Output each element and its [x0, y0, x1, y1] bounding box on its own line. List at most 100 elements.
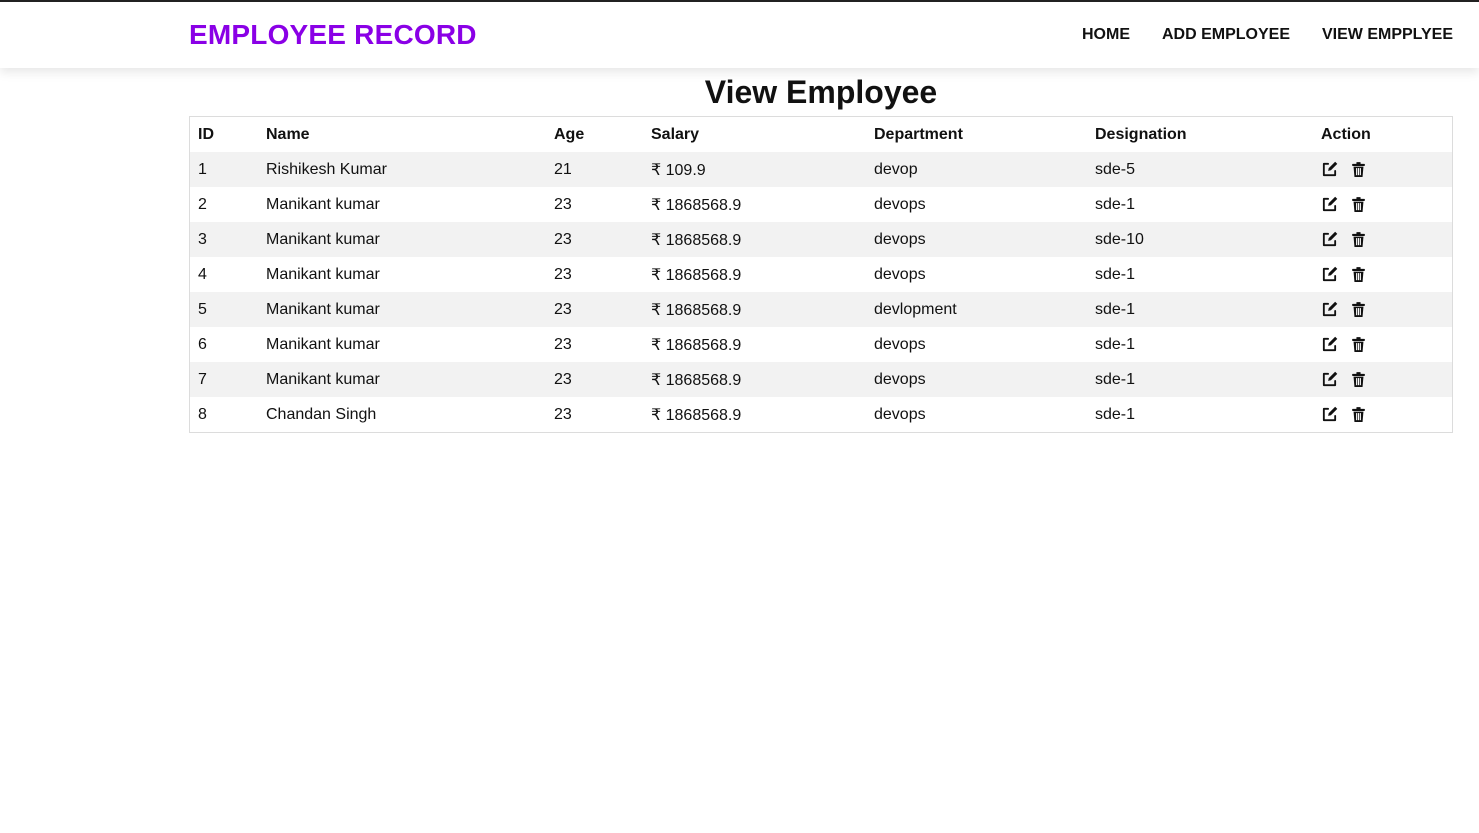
- table-row: 8 Chandan Singh 23 ₹ 1868568.9 devops sde-1: [190, 397, 1452, 432]
- nav-home-link[interactable]: HOME: [1082, 26, 1130, 44]
- cell-id: 2: [198, 195, 207, 213]
- employee-table-container: ID Name Age Salary Department Designatio…: [189, 116, 1453, 433]
- cell-age: 23: [554, 370, 572, 388]
- cell-department: devops: [874, 335, 926, 353]
- table-body: 1 Rishikesh Kumar 21 ₹ 109.9 devop sde-5 2 Mani…: [190, 152, 1452, 432]
- cell-name: Manikant kumar: [266, 265, 380, 283]
- edit-icon[interactable]: [1321, 196, 1338, 213]
- cell-age: 23: [554, 300, 572, 318]
- cell-action: [1313, 292, 1452, 327]
- row-actions: [1321, 161, 1444, 178]
- cell-designation: sde-1: [1095, 300, 1136, 318]
- cell-department: devops: [874, 405, 926, 423]
- edit-icon[interactable]: [1321, 371, 1338, 388]
- table-row: 7 Manikant kumar 23 ₹ 1868568.9 devops sde-1: [190, 362, 1452, 397]
- edit-icon[interactable]: [1321, 336, 1338, 353]
- cell-name: Manikant kumar: [266, 370, 380, 388]
- cell-action: [1313, 327, 1452, 362]
- cell-id: 6: [198, 335, 207, 353]
- edit-icon[interactable]: [1321, 301, 1338, 318]
- row-actions: [1321, 406, 1444, 423]
- table-header-row: ID Name Age Salary Department Designatio…: [190, 117, 1452, 152]
- cell-department: devops: [874, 370, 926, 388]
- cell-designation: sde-1: [1095, 335, 1136, 353]
- edit-icon[interactable]: [1321, 406, 1338, 423]
- cell-designation: sde-1: [1095, 370, 1136, 388]
- cell-designation: sde-1: [1095, 265, 1136, 283]
- cell-action: [1313, 152, 1452, 187]
- table-row: 3 Manikant kumar 23 ₹ 1868568.9 devops sde-10: [190, 222, 1452, 257]
- table-row: 5 Manikant kumar 23 ₹ 1868568.9 devlopment sd…: [190, 292, 1452, 327]
- header-age: Age: [554, 125, 585, 143]
- header-department: Department: [874, 125, 963, 143]
- nav-links: HOME ADD EMPLOYEE VIEW EMPPLYEE: [1082, 26, 1453, 44]
- row-actions: [1321, 266, 1444, 283]
- row-actions: [1321, 371, 1444, 388]
- cell-id: 3: [198, 230, 207, 248]
- cell-age: 23: [554, 230, 572, 248]
- cell-designation: sde-1: [1095, 195, 1136, 213]
- cell-name: Rishikesh Kumar: [266, 160, 387, 178]
- row-actions: [1321, 196, 1444, 213]
- row-actions: [1321, 231, 1444, 248]
- row-actions: [1321, 301, 1444, 318]
- trash-icon[interactable]: [1350, 161, 1367, 178]
- cell-salary: ₹ 1868568.9: [651, 371, 742, 389]
- cell-designation: sde-5: [1095, 160, 1136, 178]
- table-row: 1 Rishikesh Kumar 21 ₹ 109.9 devop sde-5: [190, 152, 1452, 187]
- cell-designation: sde-10: [1095, 230, 1144, 248]
- trash-icon[interactable]: [1350, 301, 1367, 318]
- table-row: 2 Manikant kumar 23 ₹ 1868568.9 devops sde-1: [190, 187, 1452, 222]
- cell-id: 4: [198, 265, 207, 283]
- trash-icon[interactable]: [1350, 371, 1367, 388]
- cell-designation: sde-1: [1095, 405, 1136, 423]
- table-row: 4 Manikant kumar 23 ₹ 1868568.9 devops sde-1: [190, 257, 1452, 292]
- cell-age: 23: [554, 335, 572, 353]
- trash-icon[interactable]: [1350, 231, 1367, 248]
- trash-icon[interactable]: [1350, 196, 1367, 213]
- cell-salary: ₹ 109.9: [651, 161, 706, 179]
- cell-name: Manikant kumar: [266, 335, 380, 353]
- trash-icon[interactable]: [1350, 406, 1367, 423]
- header-salary: Salary: [651, 125, 700, 143]
- cell-department: devlopment: [874, 300, 957, 318]
- cell-id: 8: [198, 405, 207, 423]
- cell-salary: ₹ 1868568.9: [651, 196, 742, 214]
- cell-department: devops: [874, 230, 926, 248]
- edit-icon[interactable]: [1321, 231, 1338, 248]
- edit-icon[interactable]: [1321, 161, 1338, 178]
- cell-age: 23: [554, 265, 572, 283]
- cell-department: devops: [874, 195, 926, 213]
- cell-action: [1313, 257, 1452, 292]
- cell-name: Chandan Singh: [266, 405, 377, 423]
- cell-department: devops: [874, 265, 926, 283]
- cell-action: [1313, 222, 1452, 257]
- cell-name: Manikant kumar: [266, 230, 380, 248]
- navbar: EMPLOYEE RECORD HOME ADD EMPLOYEE VIEW E…: [0, 2, 1479, 68]
- cell-salary: ₹ 1868568.9: [651, 336, 742, 354]
- cell-id: 1: [198, 160, 207, 178]
- row-actions: [1321, 336, 1444, 353]
- page-title: View Employee: [704, 74, 938, 110]
- cell-salary: ₹ 1868568.9: [651, 231, 742, 249]
- header-name: Name: [266, 125, 310, 143]
- cell-action: [1313, 362, 1452, 397]
- header-action: Action: [1321, 125, 1371, 143]
- cell-action: [1313, 187, 1452, 222]
- cell-salary: ₹ 1868568.9: [651, 406, 742, 424]
- trash-icon[interactable]: [1350, 336, 1367, 353]
- brand-logo[interactable]: EMPLOYEE RECORD: [189, 19, 477, 51]
- edit-icon[interactable]: [1321, 266, 1338, 283]
- cell-name: Manikant kumar: [266, 195, 380, 213]
- cell-name: Manikant kumar: [266, 300, 380, 318]
- trash-icon[interactable]: [1350, 266, 1367, 283]
- nav-add-employee-link[interactable]: ADD EMPLOYEE: [1162, 26, 1290, 44]
- nav-view-employee-link[interactable]: VIEW EMPPLYEE: [1322, 26, 1453, 44]
- cell-salary: ₹ 1868568.9: [651, 266, 742, 284]
- cell-id: 5: [198, 300, 207, 318]
- cell-action: [1313, 397, 1452, 432]
- cell-department: devop: [874, 160, 918, 178]
- header-designation: Designation: [1095, 125, 1187, 143]
- table-row: 6 Manikant kumar 23 ₹ 1868568.9 devops sde-1: [190, 327, 1452, 362]
- header-id: ID: [198, 125, 214, 143]
